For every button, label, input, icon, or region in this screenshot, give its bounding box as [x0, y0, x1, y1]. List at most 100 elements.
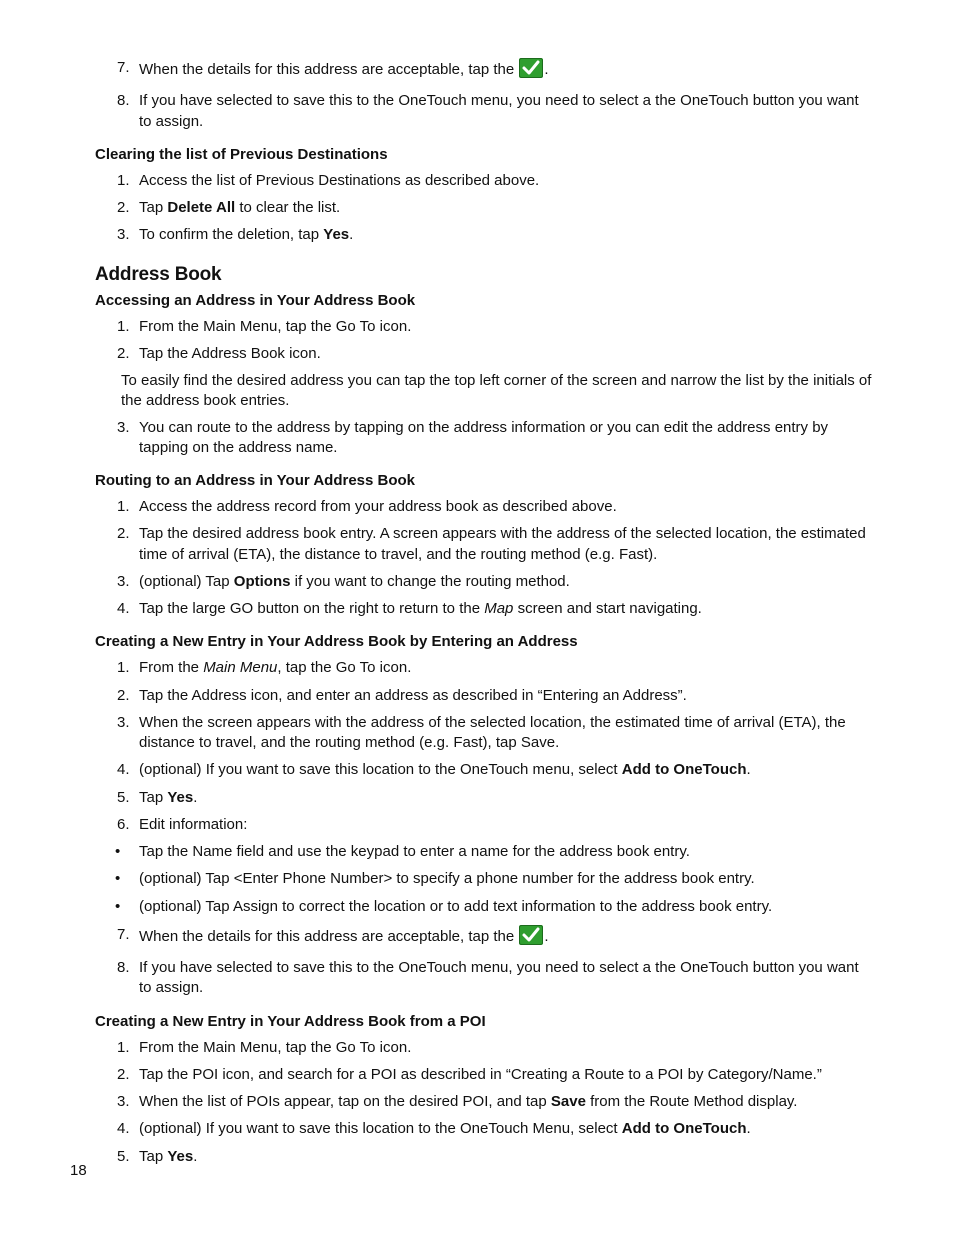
list-text: to clear the list.: [235, 199, 340, 216]
list-text: When the screen appears with the address…: [139, 714, 846, 751]
list-text: .: [193, 1148, 197, 1165]
list-item: 1. From the Main Menu, tap the Go To ico…: [139, 658, 874, 678]
sub-heading: Creating a New Entry in Your Address Boo…: [95, 1013, 874, 1030]
list-text: Edit information:: [139, 816, 247, 833]
list-item: 1. Access the list of Previous Destinati…: [139, 171, 874, 191]
list-marker: 8.: [117, 91, 130, 111]
list-text: .: [544, 928, 548, 945]
list-marker: 5.: [117, 1147, 130, 1167]
list-item: 7. When the details for this address are…: [139, 925, 874, 951]
list-text: You can route to the address by tapping …: [139, 419, 828, 456]
document-page: 7. When the details for this address are…: [0, 0, 954, 1235]
list-marker: 6.: [117, 815, 130, 835]
list-text: (optional) If you want to save this loca…: [139, 1120, 622, 1137]
list-item: 2. Tap the desired address book entry. A…: [139, 524, 874, 565]
list-marker: 1.: [117, 171, 130, 191]
list-text: .: [544, 61, 548, 78]
ordered-list: 1. Access the list of Previous Destinati…: [95, 171, 874, 246]
list-marker: 2.: [117, 524, 130, 544]
list-marker: 3.: [117, 713, 130, 733]
bullet-icon: •: [115, 842, 120, 862]
list-item: 1. Access the address record from your a…: [139, 497, 874, 517]
ordered-list: 1. Access the address record from your a…: [95, 497, 874, 619]
list-text: (optional) If you want to save this loca…: [139, 761, 622, 778]
list-text: , tap the Go To icon.: [277, 659, 411, 676]
list-item: 3. To confirm the deletion, tap Yes.: [139, 225, 874, 245]
bullet-icon: •: [115, 897, 120, 917]
list-marker: 4.: [117, 599, 130, 619]
list-item: 2. Tap the POI icon, and search for a PO…: [139, 1065, 874, 1085]
ordered-list: 1. From the Main Menu, tap the Go To ico…: [95, 1038, 874, 1167]
list-item: 3. When the list of POIs appear, tap on …: [139, 1092, 874, 1112]
bold-text: Yes: [167, 1148, 193, 1165]
list-marker: 1.: [117, 497, 130, 517]
list-text: .: [746, 761, 750, 778]
bold-text: Add to OneTouch: [622, 1120, 747, 1137]
list-marker: 1.: [117, 1038, 130, 1058]
list-item: 3. (optional) Tap Options if you want to…: [139, 572, 874, 592]
list-marker: 1.: [117, 317, 130, 337]
list-item: 1. From the Main Menu, tap the Go To ico…: [139, 1038, 874, 1058]
italic-text: Main Menu: [203, 659, 277, 676]
list-marker: 3.: [117, 418, 130, 438]
list-item: 6. Edit information:: [139, 815, 874, 835]
list-marker: 1.: [117, 658, 130, 678]
list-text: (optional) Tap Assign to correct the loc…: [139, 898, 772, 915]
list-text: If you have selected to save this to the…: [139, 92, 859, 129]
list-marker: 7.: [117, 58, 130, 78]
ordered-list: 7. When the details for this address are…: [95, 58, 874, 132]
list-item: 5. Tap Yes.: [139, 788, 874, 808]
list-text: Tap the large GO button on the right to …: [139, 600, 484, 617]
list-item: 3. You can route to the address by tappi…: [139, 418, 874, 459]
paragraph: To easily find the desired address you c…: [95, 371, 874, 412]
list-item: 7. When the details for this address are…: [139, 58, 874, 84]
list-text: Tap the Name field and use the keypad to…: [139, 843, 690, 860]
list-marker: 2.: [117, 1065, 130, 1085]
list-marker: 8.: [117, 958, 130, 978]
check-icon: [518, 58, 544, 84]
bold-text: Yes: [167, 789, 193, 806]
bold-text: Delete All: [167, 199, 235, 216]
page-number: 18: [70, 1162, 87, 1179]
list-item: 8. If you have selected to save this to …: [139, 958, 874, 999]
ordered-list: 3. You can route to the address by tappi…: [95, 418, 874, 459]
list-marker: 4.: [117, 760, 130, 780]
list-item: 3. When the screen appears with the addr…: [139, 713, 874, 754]
list-text: from the Route Method display.: [586, 1093, 798, 1110]
list-item: 4. (optional) If you want to save this l…: [139, 760, 874, 780]
list-marker: 7.: [117, 925, 130, 945]
list-text: .: [349, 226, 353, 243]
bullet-list: • Tap the Name field and use the keypad …: [95, 842, 874, 917]
list-text: Tap: [139, 199, 167, 216]
list-item: • Tap the Name field and use the keypad …: [139, 842, 874, 862]
ordered-list: 1. From the Main Menu, tap the Go To ico…: [95, 317, 874, 365]
list-text: When the list of POIs appear, tap on the…: [139, 1093, 551, 1110]
list-text: (optional) Tap: [139, 573, 234, 590]
list-item: 4. Tap the large GO button on the right …: [139, 599, 874, 619]
list-text: .: [746, 1120, 750, 1137]
list-text: From the Main Menu, tap the Go To icon.: [139, 318, 411, 335]
italic-text: Map: [484, 600, 513, 617]
sub-heading: Routing to an Address in Your Address Bo…: [95, 472, 874, 489]
list-marker: 2.: [117, 344, 130, 364]
list-marker: 3.: [117, 572, 130, 592]
list-text: Access the address record from your addr…: [139, 498, 617, 515]
ordered-list: 1. From the Main Menu, tap the Go To ico…: [95, 658, 874, 835]
bullet-icon: •: [115, 869, 120, 889]
list-text: From the Main Menu, tap the Go To icon.: [139, 1039, 411, 1056]
bold-text: Save: [551, 1093, 586, 1110]
list-item: • (optional) Tap <Enter Phone Number> to…: [139, 869, 874, 889]
list-item: 8. If you have selected to save this to …: [139, 91, 874, 132]
list-text: To confirm the deletion, tap: [139, 226, 323, 243]
list-marker: 3.: [117, 225, 130, 245]
list-text: When the details for this address are ac…: [139, 928, 518, 945]
list-item: 4. (optional) If you want to save this l…: [139, 1119, 874, 1139]
ordered-list: 7. When the details for this address are…: [95, 925, 874, 999]
list-item: 5. Tap Yes.: [139, 1147, 874, 1167]
bold-text: Add to OneTouch: [622, 761, 747, 778]
list-text: .: [193, 789, 197, 806]
list-item: 1. From the Main Menu, tap the Go To ico…: [139, 317, 874, 337]
bold-text: Options: [234, 573, 291, 590]
list-text: Tap the Address icon, and enter an addre…: [139, 687, 687, 704]
list-text: (optional) Tap <Enter Phone Number> to s…: [139, 870, 755, 887]
